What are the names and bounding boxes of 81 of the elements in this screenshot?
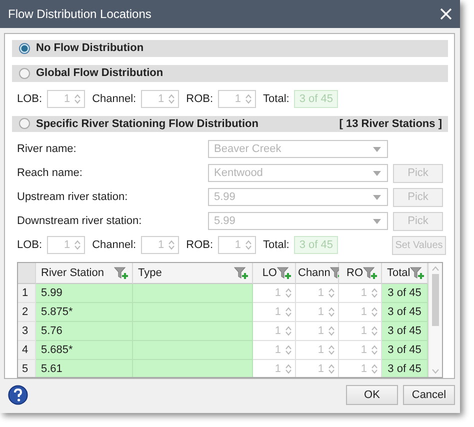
- table-cell: 5.685*: [36, 341, 133, 360]
- scroll-down-icon: [432, 369, 439, 374]
- spin-arrows-icon: [285, 344, 292, 356]
- row-number: 5: [18, 360, 36, 377]
- column-header: Chann: [296, 263, 339, 284]
- total-value: 3 of 45: [294, 236, 338, 254]
- spin-arrows-icon: [328, 306, 335, 318]
- table-cell: 5.76: [36, 322, 133, 342]
- button[interactable]: Cancel: [403, 384, 455, 404]
- spin-arrows-icon: [328, 325, 335, 338]
- column-header: Total: [382, 263, 428, 284]
- table-cell: 5.875*: [36, 303, 133, 322]
- scrollbar[interactable]: [428, 263, 442, 377]
- spin-arrows-icon: [371, 306, 378, 318]
- field-label: Reach name:: [17, 167, 84, 180]
- section-title: Global Flow Distribution: [36, 67, 164, 80]
- field-label: Total:: [263, 92, 290, 105]
- section-title: Specific River Stationing Flow Distribution: [36, 118, 258, 130]
- section-title: No Flow Distribution: [36, 42, 144, 54]
- field-label: LOB:: [17, 239, 42, 252]
- filter-add-icon[interactable]: [277, 266, 292, 280]
- spin-arrows-icon: [285, 287, 292, 300]
- scroll-up-icon: [432, 266, 439, 272]
- spin-arrows-icon: [168, 239, 176, 252]
- filter-add-icon[interactable]: [114, 266, 129, 280]
- column-header: LO: [253, 263, 296, 284]
- row-number: 3: [18, 322, 36, 342]
- spin-arrows-icon: [168, 92, 176, 105]
- field-label: LOB:: [17, 92, 42, 105]
- radio-button[interactable]: [19, 118, 30, 130]
- scroll-thumb[interactable]: [432, 274, 439, 326]
- station-count: [ 13 River Stations ]: [339, 118, 442, 130]
- filter-add-icon[interactable]: [410, 266, 426, 280]
- radio-button[interactable]: [19, 68, 30, 79]
- caret-icon: [373, 194, 381, 200]
- table-cell: 5.99: [36, 284, 133, 304]
- filter-add-icon[interactable]: [234, 266, 249, 280]
- caret-icon: [373, 170, 381, 176]
- spin-arrows-icon: [328, 363, 335, 376]
- close-icon[interactable]: [440, 8, 452, 20]
- button[interactable]: OK: [346, 384, 398, 404]
- spin-arrows-icon: [245, 92, 252, 105]
- caret-icon: [373, 146, 381, 152]
- radio-button[interactable]: [19, 42, 30, 54]
- filter-add-icon[interactable]: [363, 266, 378, 280]
- table-cell: 3 of 45: [382, 322, 428, 342]
- field-label: Channel:: [92, 92, 136, 105]
- table-cell: 5.61: [36, 360, 133, 377]
- spin-arrows-icon: [74, 239, 82, 252]
- spin-arrows-icon: [371, 344, 378, 356]
- spin-arrows-icon: [285, 363, 292, 376]
- window-title: Flow Distribution Locations: [8, 7, 152, 21]
- total-value: 3 of 45: [294, 90, 338, 108]
- column-header: River Station: [36, 263, 133, 284]
- field-label: Downstream river station:: [17, 215, 143, 228]
- field-label: ROB:: [186, 92, 214, 105]
- row-number: 4: [18, 341, 36, 360]
- column-header: Type: [133, 263, 253, 284]
- spin-arrows-icon: [371, 287, 378, 300]
- spin-arrows-icon: [371, 363, 378, 376]
- field-label: Channel:: [92, 239, 136, 252]
- table-cell: 3 of 45: [382, 360, 428, 377]
- field-label: ROB:: [186, 239, 214, 252]
- spin-arrows-icon: [285, 325, 292, 338]
- help-icon[interactable]: [8, 384, 28, 404]
- field-label: Total:: [263, 239, 290, 252]
- caret-icon: [373, 218, 381, 224]
- spin-arrows-icon: [328, 287, 335, 300]
- spin-arrows-icon: [328, 344, 335, 356]
- row-number: 1: [18, 284, 36, 304]
- field-label: River name:: [17, 143, 78, 156]
- column-header: RO: [339, 263, 382, 284]
- table-cell: 3 of 45: [382, 341, 428, 360]
- row-number: 2: [18, 303, 36, 322]
- field-label: Upstream river station:: [17, 191, 129, 204]
- spin-arrows-icon: [74, 92, 82, 105]
- spin-arrows-icon: [371, 325, 378, 338]
- table-cell: 3 of 45: [382, 284, 428, 304]
- spin-arrows-icon: [245, 239, 252, 252]
- table-cell: 3 of 45: [382, 303, 428, 322]
- spin-arrows-icon: [285, 306, 292, 318]
